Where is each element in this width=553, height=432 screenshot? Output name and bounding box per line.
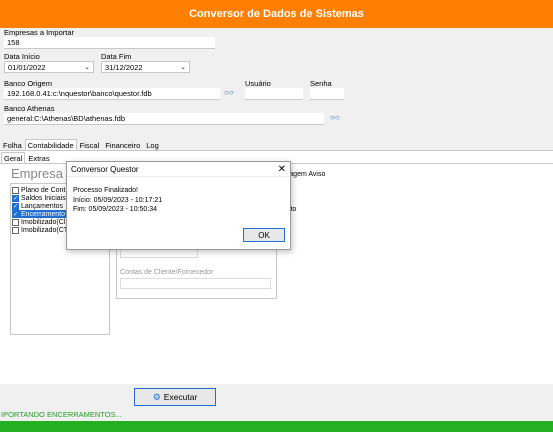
usuario-label: Usuário (245, 79, 271, 88)
empresa-heading: Empresa (11, 166, 64, 181)
senha-input[interactable] (310, 88, 344, 100)
progress-fill (0, 421, 553, 432)
contas-label: Contas de Cliente/Fornecedor (120, 269, 214, 276)
chevron-down-icon[interactable]: ⌄ (84, 63, 90, 72)
tab-log[interactable]: Log (143, 139, 162, 150)
dialog-title-bar: Conversor Questor ✕ (67, 162, 290, 177)
dialog-body: Processo Finalizado! Início: 05/09/2023 … (67, 177, 290, 215)
data-fim-picker[interactable]: 31/12/2022 ⌄ (101, 61, 190, 73)
empresas-label: Empresas a Importar (4, 28, 75, 37)
dialog-title: Conversor Questor (71, 164, 139, 174)
app-title: Conversor de Dados de Sistemas (189, 8, 364, 20)
data-fim-label: Data Fim (101, 52, 132, 61)
sub-tabs: Geral Extras (1, 152, 53, 163)
close-icon[interactable]: ✕ (278, 164, 286, 175)
execute-label: Executar (163, 392, 198, 402)
contas-field[interactable] (120, 278, 271, 289)
progress-bar (0, 421, 553, 432)
browse-origem-icon[interactable]: ○○ (224, 88, 234, 97)
browse-athenas-icon[interactable]: ○○ (330, 113, 340, 122)
banco-athenas-label: Banco Athenas (4, 104, 55, 113)
data-inicio-label: Data Início (4, 52, 40, 61)
tab-folha[interactable]: Folha (0, 139, 25, 150)
checkbox[interactable]: ✓ (12, 202, 19, 210)
banco-origem-input[interactable]: 192.168.0.41:c:\nquestor\banco\questor.f… (4, 88, 220, 100)
tab-financeiro[interactable]: Financeiro (102, 139, 143, 150)
execute-icon: ⚙ (152, 391, 161, 402)
usuario-input[interactable] (245, 88, 303, 100)
data-inicio-value: 01/01/2022 (8, 62, 46, 72)
data-inicio-picker[interactable]: 01/01/2022 ⌄ (4, 61, 94, 73)
checkbox[interactable]: ✓ (12, 210, 19, 218)
checkbox[interactable] (12, 218, 19, 226)
tab-geral[interactable]: Geral (1, 152, 26, 163)
senha-label: Senha (310, 79, 332, 88)
finish-dialog: Conversor Questor ✕ Processo Finalizado!… (66, 161, 291, 250)
execute-button[interactable]: ⚙ Executar (134, 388, 216, 406)
app-title-bar: Conversor de Dados de Sistemas (0, 0, 553, 28)
checkbox[interactable]: ✓ (12, 194, 19, 202)
banco-athenas-input[interactable]: general:C:\Athenas\BD\athenas.fdb (4, 113, 324, 125)
dialog-end-time: Fim: 05/09/2023 - 10:50:34 (73, 206, 158, 213)
chevron-down-icon[interactable]: ⌄ (180, 63, 186, 72)
main-tabs: Folha Contabilidade Fiscal Financeiro Lo… (0, 139, 162, 150)
checkbox[interactable] (12, 186, 19, 194)
empresas-input[interactable]: 158 (4, 37, 215, 49)
ok-button[interactable]: OK (243, 228, 285, 242)
tab-contabilidade[interactable]: Contabilidade (24, 139, 77, 150)
banco-origem-label: Banco Origem (4, 79, 52, 88)
dialog-start-time: Início: 05/09/2023 - 10:17:21 (73, 196, 163, 204)
status-text: IPORTANDO ENCERRAMENTOS... (1, 410, 122, 419)
checkbox[interactable] (12, 226, 19, 234)
data-fim-value: 31/12/2022 (105, 62, 143, 72)
dialog-message: Processo Finalizado! (73, 187, 138, 194)
tab-extras[interactable]: Extras (25, 152, 52, 163)
tab-fiscal[interactable]: Fiscal (77, 139, 103, 150)
